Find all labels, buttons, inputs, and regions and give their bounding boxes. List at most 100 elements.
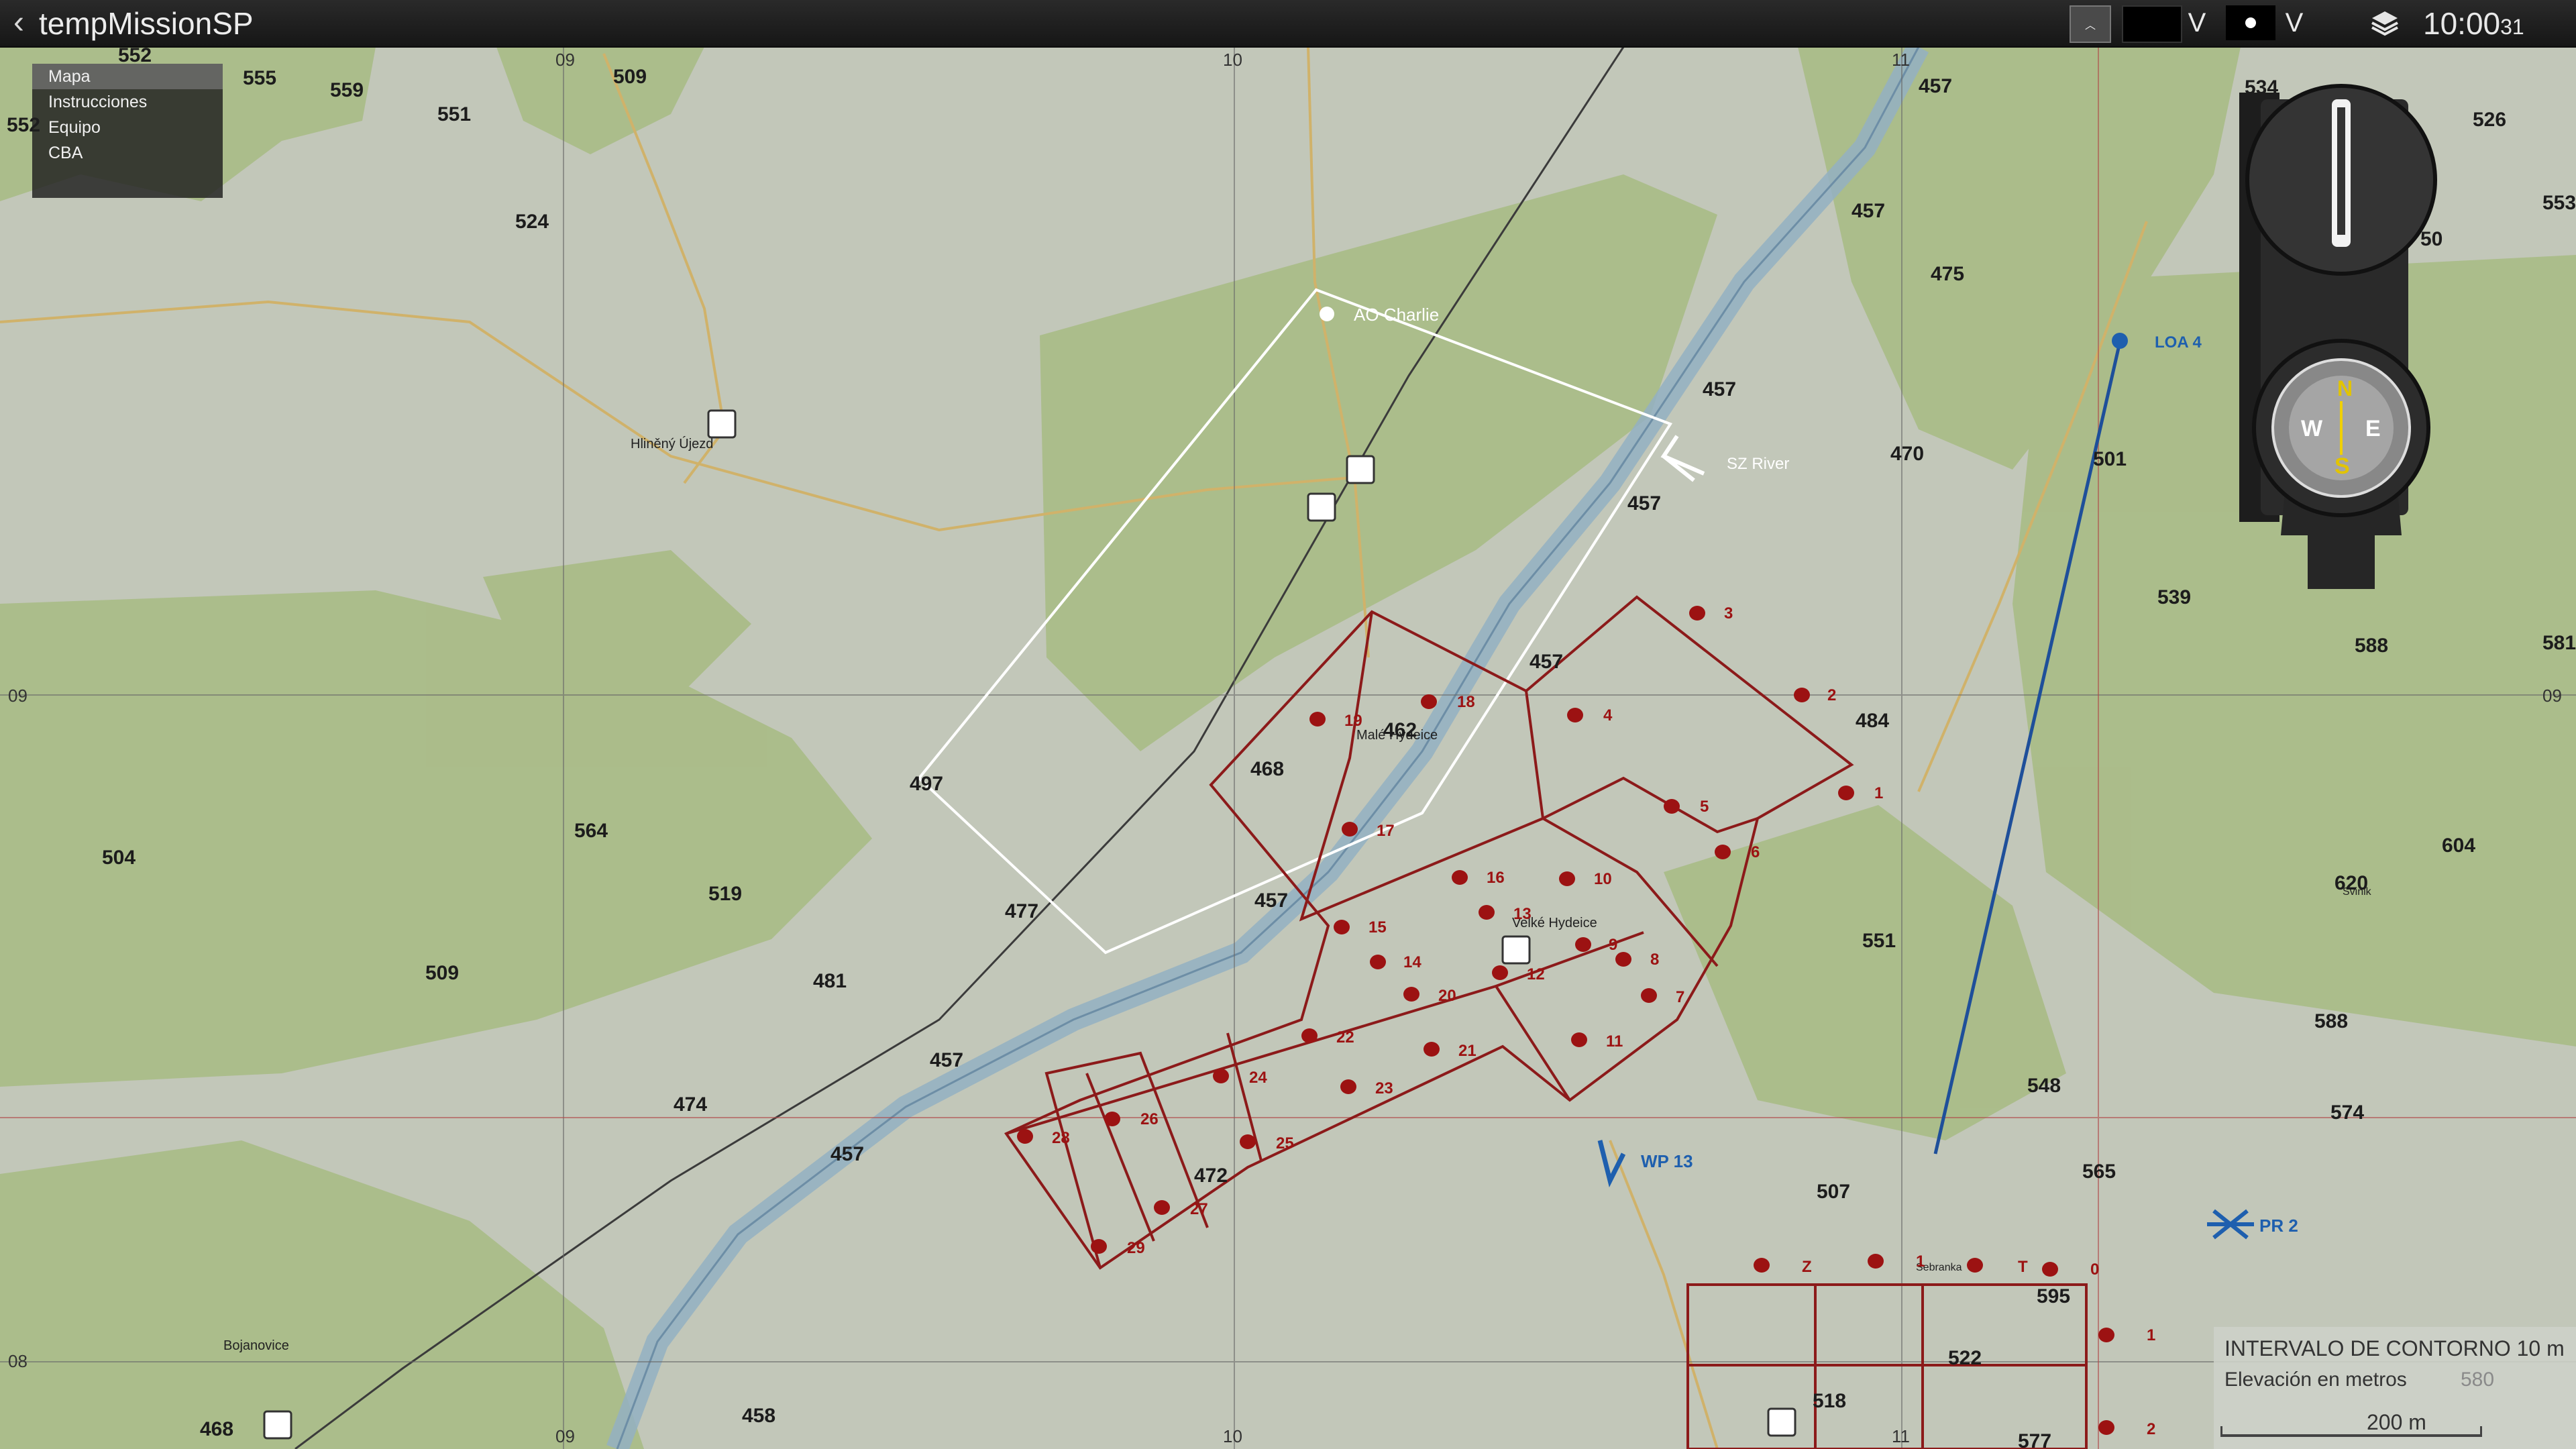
- elevation-label: 519: [708, 883, 742, 905]
- menu-item-cba[interactable]: CBA: [32, 140, 223, 166]
- sector-number: Z: [1802, 1258, 1812, 1276]
- sector-number: 17: [1377, 822, 1395, 840]
- elevation-label: 604: [2442, 835, 2475, 857]
- marker-dot-icon[interactable]: [2226, 5, 2275, 40]
- grid-label: 11: [1892, 50, 1910, 70]
- elevation-label: 518: [1813, 1390, 1846, 1412]
- elevation-label: 507: [1817, 1181, 1850, 1203]
- clock-time: 10:00: [2423, 6, 2501, 41]
- sector-number: 4: [1603, 706, 1613, 724]
- sector-number: 18: [1457, 693, 1475, 711]
- grid-label: 10: [1223, 1426, 1242, 1446]
- sector-number: 1: [2147, 1326, 2155, 1344]
- sector-number: 27: [1190, 1200, 1208, 1218]
- elevation-label: 524: [515, 211, 549, 233]
- ao-marker[interactable]: [1320, 307, 1334, 321]
- grid-label: 08: [8, 1351, 28, 1371]
- sector-number: T: [2018, 1258, 2028, 1276]
- river-label: SZ River: [1727, 455, 1789, 473]
- sector-number: 19: [1344, 712, 1362, 730]
- elevation-value: 580: [2461, 1368, 2495, 1391]
- sector-number: 1: [1874, 784, 1883, 802]
- elevation-label: 574: [2330, 1102, 2364, 1124]
- elevation-label: 468: [1250, 758, 1284, 780]
- scale-tick: [2220, 1426, 2222, 1437]
- bus-stop-icon: [263, 1410, 292, 1440]
- place-label: Hliněný Újezd: [631, 436, 713, 451]
- color-swatch-icon[interactable]: [2122, 5, 2182, 43]
- color-dropdown-button[interactable]: V: [2180, 5, 2214, 40]
- pr-2-label: PR 2: [2259, 1216, 2298, 1236]
- scale-bar: [2220, 1434, 2482, 1437]
- elevation-label: 555: [243, 67, 276, 89]
- elevation-label: 522: [1948, 1347, 1982, 1369]
- scale-tick: [2480, 1426, 2482, 1437]
- elevation-label: 564: [574, 820, 608, 842]
- elevation-label: 509: [613, 66, 647, 88]
- svg-text:W: W: [2301, 416, 2323, 441]
- svg-text:N: N: [2337, 376, 2353, 400]
- scale-label: 200 m: [2367, 1410, 2426, 1434]
- sector-number: 24: [1249, 1069, 1267, 1087]
- elevation-label: 457: [1919, 75, 1952, 97]
- elevation-label: 457: [1627, 492, 1661, 515]
- map-legend: INTERVALO DE CONTORNO 10 m Elevación en …: [2214, 1327, 2576, 1449]
- elevation-label: 504: [102, 847, 136, 869]
- sector-number: 7: [1676, 988, 1684, 1006]
- compass-icon[interactable]: N W E S: [2234, 72, 2442, 597]
- elevation-label: 457: [830, 1143, 864, 1165]
- sector-number: 29: [1127, 1239, 1145, 1257]
- elevation-label: 481: [813, 970, 847, 992]
- elevation-label: 458: [742, 1405, 775, 1427]
- elevation-label: 559: [330, 79, 364, 101]
- loa-4-label: LOA 4: [2155, 333, 2202, 352]
- elevation-label: 595: [2037, 1285, 2070, 1307]
- elevation-label: 551: [1862, 930, 1896, 952]
- mission-clock: 10:0031: [2423, 6, 2524, 44]
- elevation-label: 577: [2018, 1430, 2051, 1449]
- grid-label: 09: [2542, 686, 2562, 706]
- sector-number: 22: [1336, 1028, 1354, 1046]
- sector-number: 5: [1700, 798, 1709, 816]
- menu-item-instrucciones[interactable]: Instrucciones: [32, 89, 223, 115]
- elevation-label: 551: [437, 103, 471, 125]
- elevation-label: 462: [1383, 719, 1417, 741]
- terrain-map[interactable]: LOA 4 WP 13 PR 2 AO Charlie SZ River 09 …: [0, 0, 2576, 1449]
- sector-number: 15: [1368, 918, 1387, 936]
- elevation-unit-label: Elevación en metros: [2224, 1368, 2407, 1391]
- marker-dropdown-button[interactable]: V: [2277, 5, 2311, 40]
- elevation-label: 565: [2082, 1161, 2116, 1183]
- sector-number: 21: [1458, 1042, 1477, 1060]
- bus-stop-icon: [707, 409, 737, 439]
- elevation-label: 620: [2334, 872, 2368, 894]
- menu-item-mapa[interactable]: Mapa: [32, 64, 223, 89]
- sector-number: 16: [1487, 869, 1505, 887]
- sector-number: 25: [1276, 1134, 1294, 1152]
- sector-number: 2: [1827, 686, 1836, 704]
- sector-number: 14: [1403, 953, 1421, 971]
- chevron-up-icon[interactable]: ︿: [2070, 5, 2111, 43]
- sector-number: 20: [1438, 987, 1456, 1005]
- elevation-label: 526: [2473, 109, 2506, 131]
- elevation-label: 477: [1005, 900, 1038, 922]
- elevation-label: 457: [1703, 378, 1736, 400]
- top-toolbar: ‹ tempMissionSP ︿ V V 10:0031: [0, 0, 2576, 48]
- sector-number: 10: [1594, 870, 1612, 888]
- elevation-label: 475: [1931, 263, 1964, 285]
- svg-text:E: E: [2365, 416, 2381, 441]
- menu-item-equipo[interactable]: Equipo: [32, 115, 223, 140]
- svg-text:S: S: [2334, 453, 2350, 479]
- sector-number: 3: [1724, 604, 1733, 623]
- chevron-left-icon[interactable]: ‹: [5, 5, 32, 40]
- grid-label: 09: [555, 1426, 575, 1446]
- elevation-label: 588: [2314, 1010, 2348, 1032]
- bus-stop-icon: [1346, 455, 1375, 484]
- sector-number: 9: [1609, 936, 1617, 954]
- elevation-label: 468: [200, 1418, 233, 1440]
- elevation-label: 457: [1851, 200, 1885, 222]
- elevation-label: 457: [1529, 651, 1563, 673]
- loa-4-marker[interactable]: [2112, 333, 2128, 349]
- sector-number: 6: [1751, 843, 1760, 861]
- elevation-label: 581: [2542, 632, 2576, 654]
- layers-icon[interactable]: [2361, 5, 2408, 40]
